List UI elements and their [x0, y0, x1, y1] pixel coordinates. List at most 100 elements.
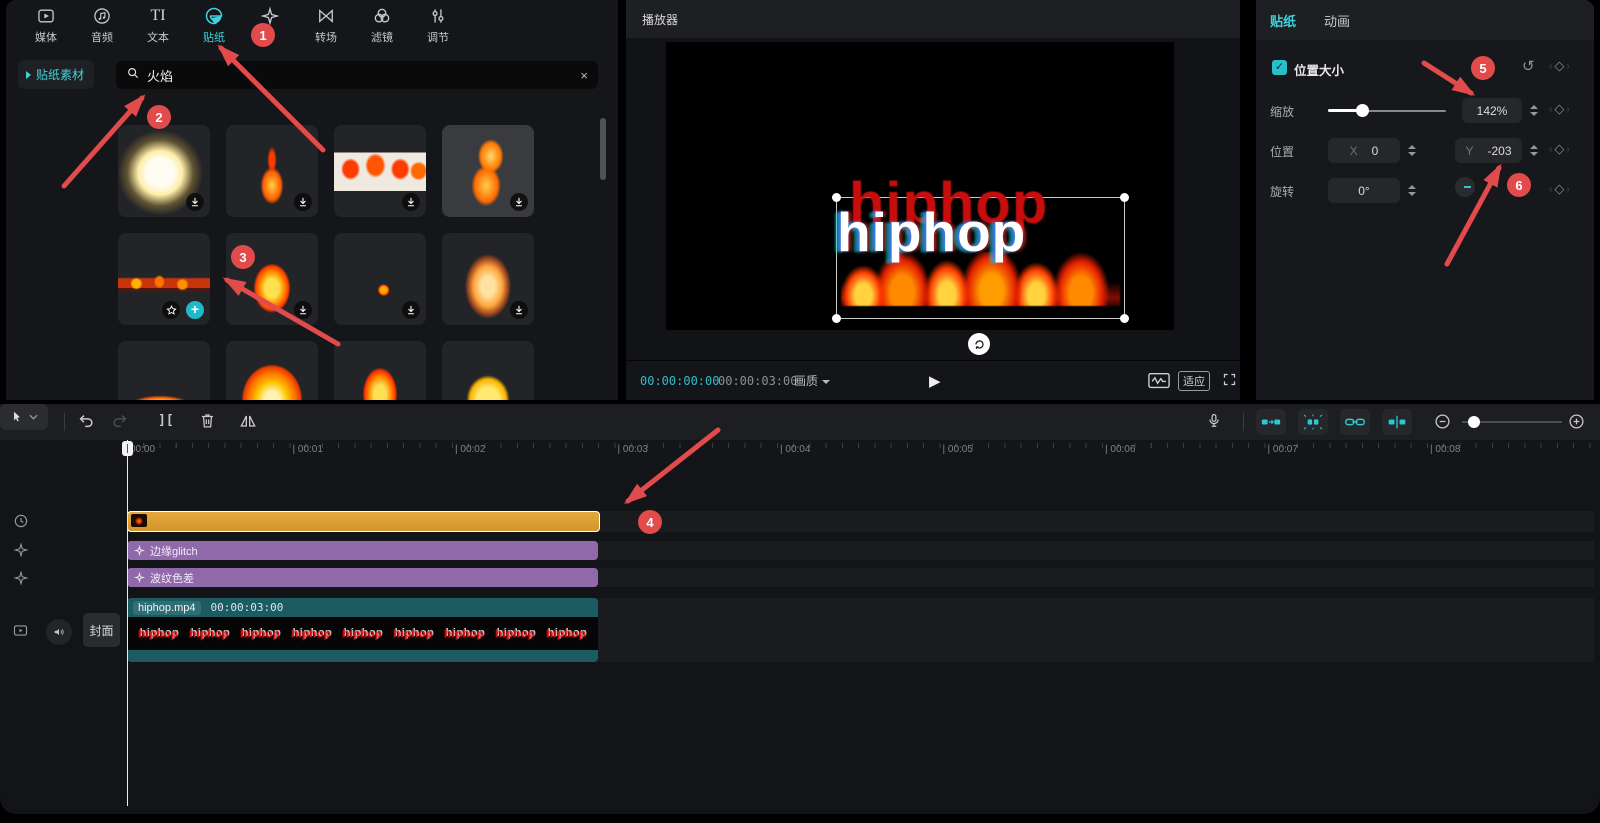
grid-scrollbar[interactable] — [600, 118, 606, 180]
zoom-in-icon[interactable] — [1568, 413, 1585, 435]
download-icon[interactable] — [294, 301, 312, 319]
effect-icon — [134, 572, 145, 583]
redo-button[interactable] — [110, 411, 130, 436]
cover-button-label: 封面 — [89, 623, 114, 638]
play-button[interactable]: ▶ — [929, 372, 941, 390]
sticker-clip-selected[interactable] — [127, 511, 600, 532]
sticker-tile-flame-strip-light[interactable] — [334, 125, 426, 217]
linkage-toggle[interactable] — [1298, 409, 1328, 435]
reset-icon[interactable]: ↺ — [1522, 57, 1535, 75]
cover-button[interactable]: 封面 — [83, 613, 120, 647]
effect-track-icon-2[interactable] — [13, 570, 29, 591]
scale-slider[interactable] — [1328, 104, 1446, 117]
position-y-stepper[interactable] — [1526, 140, 1542, 161]
sticker-tile-white-glow[interactable] — [118, 125, 210, 217]
download-icon[interactable] — [510, 193, 528, 211]
effect-track-icon-1[interactable] — [13, 542, 29, 563]
sticker-tile-yellow-flame[interactable] — [442, 341, 534, 400]
link-clips-toggle[interactable] — [1340, 409, 1370, 435]
download-icon[interactable] — [186, 193, 204, 211]
playhead-handle[interactable] — [122, 441, 133, 456]
filmstrip-frame-label: hiphop — [546, 627, 587, 640]
sticker-tile-cartoon-flame2[interactable] — [334, 341, 426, 400]
rotate-handle[interactable] — [968, 333, 990, 355]
player-controls: 00:00:00:00 00:00:03:00 画质 ▶ 适应 — [626, 360, 1240, 400]
sticker-tile-cartoon-flame[interactable] — [226, 233, 318, 325]
ruler-label: 00:06 — [1105, 444, 1135, 455]
zoom-out-icon[interactable] — [1434, 413, 1451, 435]
y-prefix: Y — [1465, 143, 1474, 158]
selection-handle-bottom-right[interactable] — [1120, 314, 1129, 323]
tab-inspector-sticker[interactable]: 贴纸 — [1270, 11, 1296, 30]
favorite-star-icon[interactable] — [162, 301, 180, 319]
mirror-flip-button[interactable] — [238, 411, 258, 436]
position-y-input[interactable]: Y -203 — [1455, 138, 1522, 163]
keyframe-button-rotation[interactable]: ‹ ◇ › — [1549, 181, 1570, 197]
download-icon[interactable] — [402, 193, 420, 211]
rotation-input[interactable]: 0° — [1328, 178, 1400, 203]
ruler-ticks — [127, 443, 1594, 448]
video-clip-duration: 00:00:03:00 — [210, 601, 284, 614]
timeline-zoom-slider[interactable] — [1462, 416, 1562, 428]
video-clip[interactable]: hiphop.mp4 00:00:03:00 hiphop hiphop hipho… — [127, 598, 598, 662]
effect-clip-ripple-aberration[interactable]: 波纹色差 — [127, 568, 598, 587]
keyframe-button-position[interactable]: ‹ ◇ › — [1549, 141, 1570, 157]
waveform-preview-button[interactable] — [1148, 372, 1170, 392]
split-button[interactable]: ][ — [158, 413, 174, 428]
row-rotation: 旋转 0° ‹ ◇ › — [1256, 177, 1594, 204]
timeline-ruler[interactable]: 00:00 00:01 00:02 00:03 00:04 00:05 00:06 00:07… — [0, 440, 1600, 462]
chevron-down-icon — [822, 379, 831, 384]
filmstrip-frame-label: hiphop — [291, 627, 332, 640]
track-duration-clock-icon[interactable] — [13, 513, 29, 534]
delete-button[interactable] — [198, 411, 217, 435]
selection-handle-bottom-left[interactable] — [832, 314, 841, 323]
sticker-flame-art — [334, 341, 426, 400]
undo-button[interactable] — [76, 411, 96, 436]
position-x-stepper[interactable] — [1404, 140, 1420, 161]
effect-clip-edge-glitch[interactable]: 边缘glitch — [127, 541, 598, 560]
position-size-checkbox[interactable]: ✓ — [1272, 60, 1287, 75]
mute-track-speaker-icon[interactable] — [46, 619, 72, 645]
divider — [1243, 413, 1244, 431]
sticker-flame-art — [226, 341, 318, 400]
keyframe-button-scale[interactable]: ‹ ◇ › — [1549, 101, 1570, 117]
sticker-tile-ember-dot[interactable] — [334, 233, 426, 325]
preview-axis-toggle[interactable] — [1382, 409, 1412, 435]
video-preview[interactable]: hiphop hiphop — [666, 42, 1174, 355]
zoom-slider-knob[interactable] — [1468, 416, 1480, 428]
selection-box[interactable]: hiphop hiphop — [832, 171, 1129, 323]
tab-inspector-animation[interactable]: 动画 — [1324, 11, 1350, 30]
download-icon[interactable] — [294, 193, 312, 211]
position-x-input[interactable]: X 0 — [1328, 138, 1400, 163]
slider-knob[interactable] — [1356, 104, 1369, 117]
fit-button[interactable]: 适应 — [1178, 371, 1210, 391]
section-position-size: ✓ 位置大小 ↺ ‹ ◇ › — [1256, 57, 1594, 86]
player-title: 播放器 — [642, 12, 679, 27]
rotation-stepper[interactable] — [1404, 180, 1420, 201]
sticker-tile-orange-flare[interactable] — [442, 125, 534, 217]
ruler-label: 00:00 — [130, 444, 156, 455]
sticker-tile-big-cartoon-fire[interactable] — [226, 341, 318, 400]
add-to-track-button[interactable]: + — [186, 301, 204, 319]
selection-handle-top-right[interactable] — [1120, 193, 1129, 202]
quality-dropdown[interactable]: 画质 — [794, 372, 831, 389]
video-track-icon[interactable] — [12, 622, 29, 644]
rotation-knob[interactable] — [1455, 177, 1475, 197]
sticker-tile-ember-row[interactable]: + — [118, 233, 210, 325]
sticker-tile-tall-fire[interactable] — [442, 233, 534, 325]
select-tool-button[interactable] — [0, 404, 48, 430]
ruler-label: 00:01 — [293, 444, 323, 455]
sticker-tile-thin-flame[interactable] — [226, 125, 318, 217]
ruler-label: 00:05 — [943, 444, 973, 455]
selection-handle-top-left[interactable] — [832, 193, 841, 202]
chevron-down-icon — [29, 414, 38, 420]
download-icon[interactable] — [402, 301, 420, 319]
keyframe-button-section[interactable]: ‹ ◇ › — [1549, 58, 1570, 74]
fullscreen-icon[interactable] — [1222, 372, 1237, 390]
sticker-tile-jet-flame[interactable] — [118, 341, 210, 400]
scale-value-input[interactable]: 142% — [1462, 98, 1522, 123]
record-voiceover-icon[interactable] — [1205, 411, 1223, 436]
auto-snap-toggle[interactable] — [1256, 409, 1286, 435]
download-icon[interactable] — [510, 301, 528, 319]
scale-stepper[interactable] — [1526, 100, 1542, 121]
